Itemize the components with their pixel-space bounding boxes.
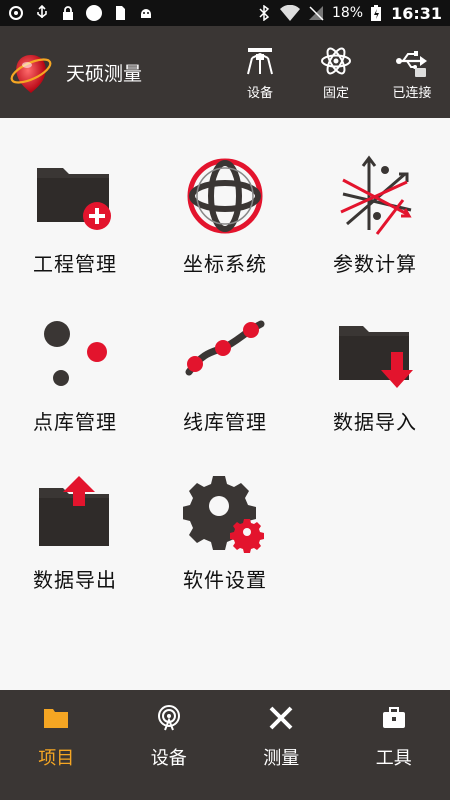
circle-icon [86, 5, 102, 21]
polyline-icon [185, 320, 265, 376]
tab-project[interactable]: 项目 [0, 690, 113, 800]
status-system-icons: 18% 16:31 [256, 4, 442, 23]
bottom-navigation: 项目 设备 测量 工具 [0, 690, 450, 800]
device-status-button[interactable]: 设备 [222, 26, 298, 118]
tile-project-management[interactable]: 工程管理 [0, 140, 150, 298]
tile-label: 线库管理 [183, 410, 267, 434]
app-actions: 设备 固定 已连接 [222, 26, 450, 118]
measure-tools-icon [269, 706, 293, 730]
status-notification-icons [8, 5, 154, 21]
tile-label: 数据导入 [333, 410, 417, 434]
fix-status-label: 固定 [322, 85, 349, 101]
sd-card-icon [116, 6, 125, 20]
antenna-icon [157, 705, 180, 731]
connection-status-button[interactable]: 已连接 [374, 26, 450, 118]
usb-icon [396, 50, 427, 77]
tile-label: 软件设置 [183, 568, 267, 592]
app-title: 天硕测量 [66, 62, 143, 85]
vector-arrows-icon [340, 155, 412, 235]
settings-gear-icon [183, 476, 264, 553]
tab-label: 工具 [375, 748, 412, 769]
tab-measure[interactable]: 测量 [225, 690, 338, 800]
usb-status-icon [37, 5, 47, 18]
android-icon [141, 9, 151, 18]
toolbox-icon [382, 707, 405, 728]
folder-add-icon [37, 168, 111, 230]
tile-data-export[interactable]: 数据导出 [0, 456, 150, 614]
tile-software-settings[interactable]: 软件设置 [150, 456, 300, 614]
tab-label: 测量 [263, 748, 300, 769]
function-grid: 工程管理 坐标系统 参数计算 点库管理 线库管理 数据导入 数据导出 软件设置 [0, 140, 450, 614]
tile-label: 参数计算 [333, 252, 417, 276]
tab-label: 项目 [38, 748, 75, 769]
lock-icon [63, 6, 73, 20]
notification-icon [9, 6, 23, 20]
status-bar: 18% 16:31 [0, 0, 450, 26]
tile-line-library[interactable]: 线库管理 [150, 298, 300, 456]
device-status-label: 设备 [246, 85, 273, 101]
folder-export-icon [39, 476, 109, 546]
battery-icon [371, 5, 382, 21]
wifi-icon [279, 5, 300, 21]
points-icon [44, 321, 107, 386]
tile-label: 数据导出 [33, 568, 117, 592]
app-logo-icon [10, 55, 52, 93]
battery-percent: 18% [331, 5, 364, 21]
tile-point-library[interactable]: 点库管理 [0, 298, 150, 456]
app-bar: 天硕测量 设备 固定 已连接 [0, 26, 450, 118]
globe-icon [187, 158, 263, 234]
status-time: 16:31 [391, 3, 442, 23]
atom-icon [321, 47, 351, 74]
fix-status-button[interactable]: 固定 [298, 26, 374, 118]
tab-device[interactable]: 设备 [113, 690, 226, 800]
connection-status-label: 已连接 [392, 85, 432, 101]
no-signal-icon [308, 6, 324, 21]
folder-import-icon [339, 326, 413, 388]
tab-label: 设备 [150, 748, 187, 769]
tile-label: 点库管理 [33, 410, 117, 434]
tile-label: 工程管理 [33, 252, 117, 276]
folder-icon [44, 709, 69, 728]
tab-tools[interactable]: 工具 [338, 690, 450, 800]
bluetooth-icon [259, 5, 270, 21]
tile-coordinate-system[interactable]: 坐标系统 [150, 140, 300, 298]
gnss-receiver-icon [247, 47, 273, 74]
tile-label: 坐标系统 [183, 252, 267, 276]
tile-data-import[interactable]: 数据导入 [300, 298, 450, 456]
tile-parameter-calculation[interactable]: 参数计算 [300, 140, 450, 298]
